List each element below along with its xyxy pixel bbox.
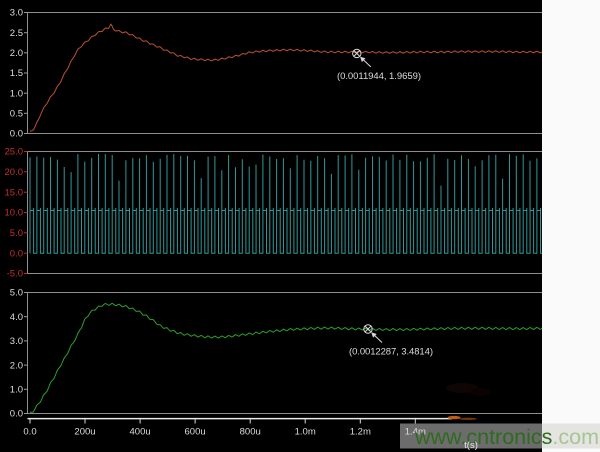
svg-text:-5.0: -5.0 bbox=[7, 269, 23, 280]
svg-text:0.5: 0.5 bbox=[10, 109, 23, 120]
svg-text:5.0: 5.0 bbox=[10, 228, 23, 239]
svg-text:3.0: 3.0 bbox=[10, 336, 23, 347]
svg-text:25.0: 25.0 bbox=[5, 147, 24, 158]
svg-text:(0.0012287, 3.4814): (0.0012287, 3.4814) bbox=[349, 347, 433, 358]
svg-text:t(s): t(s) bbox=[464, 440, 478, 451]
svg-text:3.0: 3.0 bbox=[10, 8, 23, 19]
svg-text:1.0: 1.0 bbox=[10, 385, 23, 396]
svg-text:600u: 600u bbox=[185, 427, 206, 438]
svg-text:4.0: 4.0 bbox=[10, 312, 23, 323]
svg-text:5.0: 5.0 bbox=[10, 288, 23, 299]
svg-text:15.0: 15.0 bbox=[5, 187, 24, 198]
svg-text:20.0: 20.0 bbox=[5, 167, 24, 178]
svg-text:10.0: 10.0 bbox=[5, 208, 24, 219]
svg-text:0.0: 0.0 bbox=[10, 129, 23, 140]
svg-text:0.0: 0.0 bbox=[23, 427, 36, 438]
svg-text:(0.0011944, 1.9659): (0.0011944, 1.9659) bbox=[337, 71, 421, 82]
svg-text:1.0m: 1.0m bbox=[295, 427, 316, 438]
svg-text:2.0: 2.0 bbox=[10, 360, 23, 371]
svg-text:0.0: 0.0 bbox=[10, 248, 23, 259]
svg-text:1.2m: 1.2m bbox=[350, 427, 371, 438]
svg-text:800u: 800u bbox=[240, 427, 261, 438]
svg-text:2.5: 2.5 bbox=[10, 28, 23, 39]
svg-text:2.0: 2.0 bbox=[10, 48, 23, 59]
svg-text:1.5: 1.5 bbox=[10, 68, 23, 79]
svg-text:200u: 200u bbox=[74, 427, 95, 438]
svg-text:www.cntronics.com: www.cntronics.com bbox=[414, 425, 599, 449]
svg-text:0.0: 0.0 bbox=[10, 409, 23, 420]
svg-text:1.0: 1.0 bbox=[10, 88, 23, 99]
svg-text:400u: 400u bbox=[130, 427, 151, 438]
